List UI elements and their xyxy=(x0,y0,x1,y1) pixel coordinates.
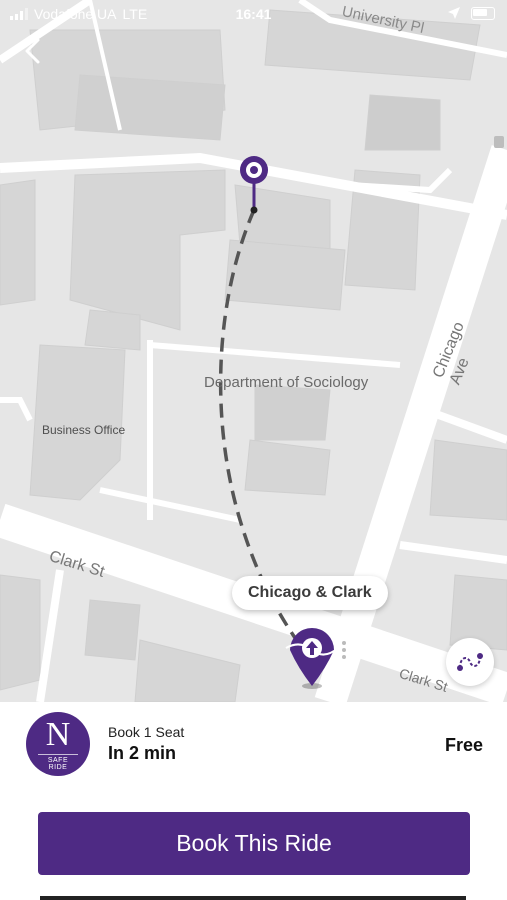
poi-label-sociology: Department of Sociology xyxy=(204,374,369,391)
chevron-left-icon xyxy=(25,38,40,64)
building xyxy=(84,599,141,661)
building xyxy=(254,384,331,441)
building xyxy=(69,169,226,331)
back-button[interactable] xyxy=(18,36,48,66)
route-toggle-button[interactable] xyxy=(446,638,494,686)
road xyxy=(0,397,33,422)
building xyxy=(0,179,36,306)
seat-label: Book 1 Seat xyxy=(108,724,185,740)
road xyxy=(149,342,401,368)
route-icon xyxy=(457,653,483,671)
road xyxy=(399,541,507,564)
building xyxy=(74,74,226,141)
poi-label-business-office: Business Office xyxy=(42,423,126,437)
road xyxy=(36,569,64,702)
status-time: 16:41 xyxy=(235,6,272,22)
building xyxy=(84,309,141,351)
road xyxy=(99,487,241,523)
building xyxy=(429,439,507,521)
building xyxy=(134,639,241,702)
pickup-callout[interactable]: Chicago & Clark xyxy=(232,576,388,610)
building xyxy=(224,239,346,311)
building xyxy=(364,94,441,151)
logo-subtitle: SAFE RIDE xyxy=(38,754,78,771)
status-bar: Vodafone UA LTE 16:41 xyxy=(0,0,507,28)
map-marker-icon xyxy=(494,136,504,148)
battery-icon xyxy=(471,6,495,20)
home-indicator xyxy=(40,896,466,900)
road xyxy=(423,406,507,444)
status-right xyxy=(447,6,495,20)
location-arrow-icon xyxy=(448,7,460,19)
eta-label: In 2 min xyxy=(108,743,177,763)
safe-ride-logo: N SAFE RIDE xyxy=(26,712,90,776)
building xyxy=(244,439,331,496)
price-label: Free xyxy=(444,735,483,755)
map-view[interactable]: University Pl Department of Sociology Bu… xyxy=(0,0,507,702)
logo-letter: N xyxy=(45,716,71,753)
building xyxy=(0,574,41,691)
book-ride-button[interactable]: Book This Ride xyxy=(38,812,470,875)
